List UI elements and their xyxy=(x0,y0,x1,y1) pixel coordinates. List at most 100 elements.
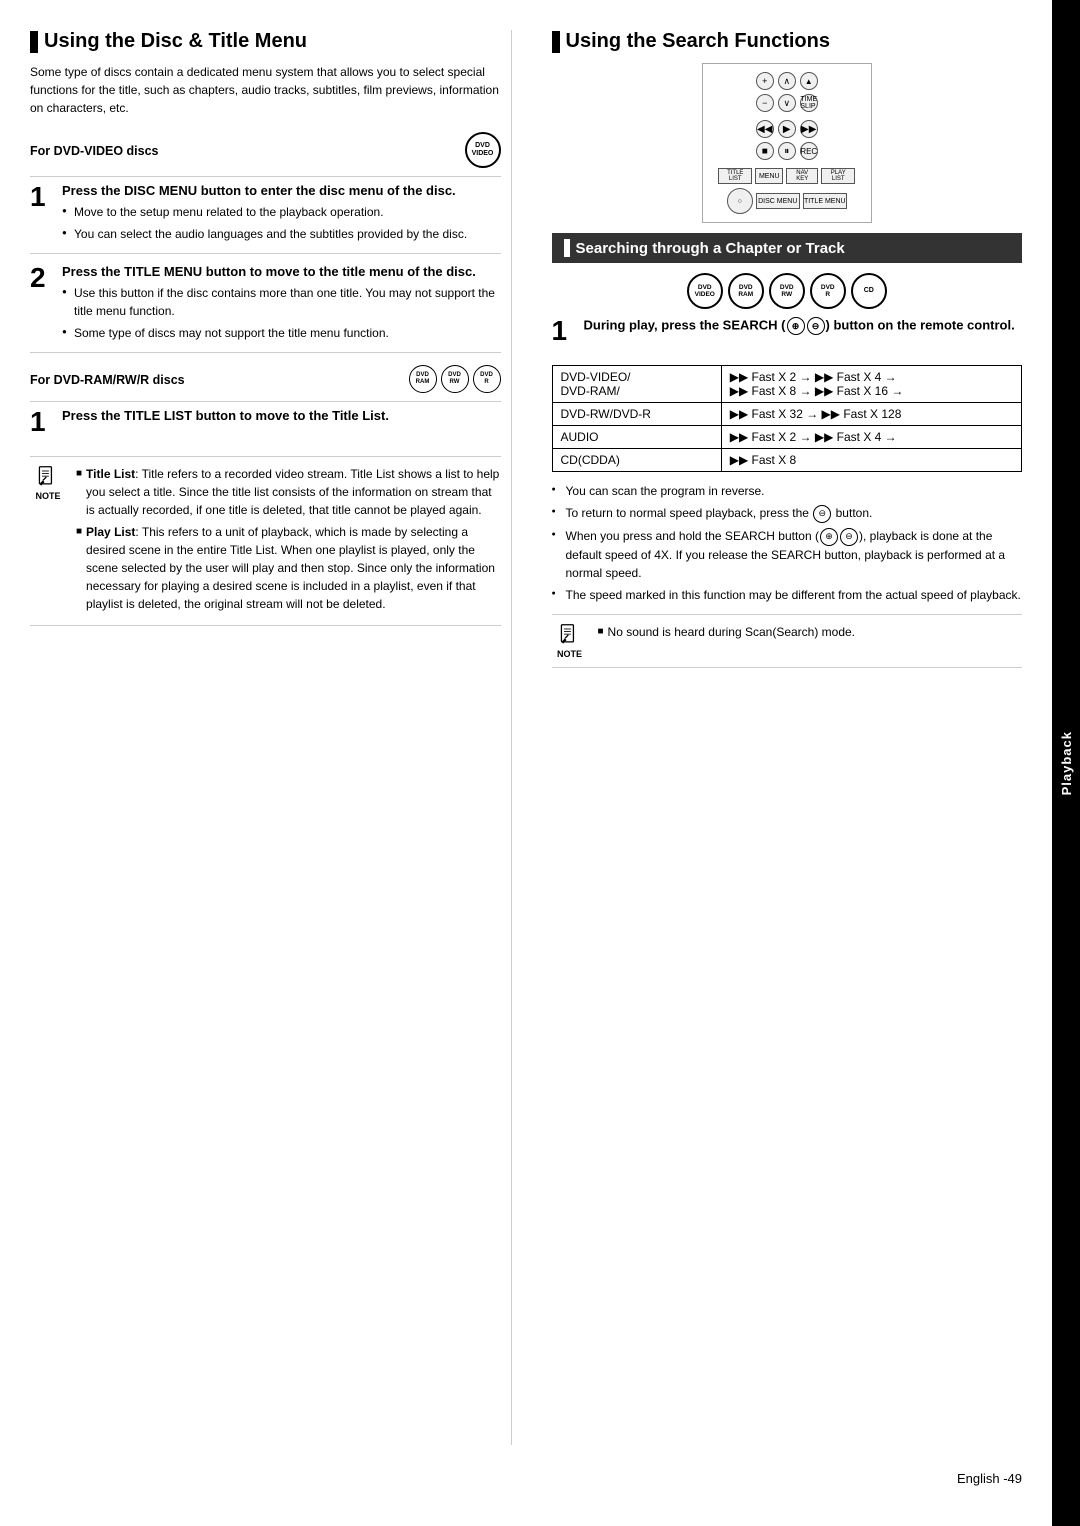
left-step-3: 1 Press the TITLE LIST button to move to… xyxy=(30,408,501,446)
search-dvd-icons: DVDVIDEO DVDRAM DVDRW DVDR CD xyxy=(552,273,1023,309)
note-bullet-scan: ■ No sound is heard during Scan(Search) … xyxy=(598,623,1023,641)
dvd-ram-icon: DVDRAM xyxy=(409,365,437,393)
pencil-icon xyxy=(34,465,62,489)
remote-btn-down: ∨ xyxy=(778,94,796,112)
left-section-title: Using the Disc & Title Menu xyxy=(30,30,501,53)
step2-content: Press the TITLE MENU button to move to t… xyxy=(62,264,501,342)
search-speed-table: DVD-VIDEO/DVD-RAM/ ▶▶ Fast X 2 → ▶▶ Fast… xyxy=(552,365,1023,472)
note-icon-right: NOTE xyxy=(552,623,588,659)
remote-btn-time-slip: TIMESLIP xyxy=(800,94,818,112)
remote-btn-minus: − xyxy=(756,94,774,112)
left-step-2: 2 Press the TITLE MENU button to move to… xyxy=(30,264,501,353)
dvd-video-label: For DVD-VIDEO discs xyxy=(30,144,159,158)
remote-btn-up: ∧ xyxy=(778,72,796,90)
remote-btn-play: ▶ xyxy=(778,120,796,138)
dvd-video-icon: DVDVIDEO xyxy=(465,132,501,168)
right-bullet-1: You can scan the program in reverse. xyxy=(552,482,1023,500)
note-bullet-titlelist: ■ Title List: Title refers to a recorded… xyxy=(76,465,501,519)
right-step1-number: 1 xyxy=(552,317,576,345)
sidebar-label: Playback xyxy=(1059,731,1074,795)
note-icon-left: NOTE xyxy=(30,465,66,501)
table-cell-dvd-video-speed: ▶▶ Fast X 2 → ▶▶ Fast X 4 →▶▶ Fast X 8 →… xyxy=(721,366,1021,403)
note-content-right: ■ No sound is heard during Scan(Search) … xyxy=(598,623,1023,659)
note-label-left: NOTE xyxy=(35,491,60,501)
table-row-dvd-video: DVD-VIDEO/DVD-RAM/ ▶▶ Fast X 2 → ▶▶ Fast… xyxy=(552,366,1022,403)
step3-title: Press the TITLE LIST button to move to t… xyxy=(62,408,501,423)
page-footer: English -49 xyxy=(30,1465,1022,1486)
table-row-dvd-rw: DVD-RW/DVD-R ▶▶ Fast X 32 → ▶▶ Fast X 12… xyxy=(552,403,1022,426)
footer-page-number: English -49 xyxy=(957,1471,1022,1486)
table-cell-audio-label: AUDIO xyxy=(552,426,721,449)
table-row-audio: AUDIO ▶▶ Fast X 2 → ▶▶ Fast X 4 → xyxy=(552,426,1022,449)
search-hold-rew-icon: ⊖ xyxy=(840,528,858,546)
step1-bullet-2: You can select the audio languages and t… xyxy=(62,225,501,243)
right-bullet-2: To return to normal speed playback, pres… xyxy=(552,504,1023,523)
step2-bullet-1: Use this button if the disc contains mor… xyxy=(62,284,501,320)
search-cd-icon: CD xyxy=(851,273,887,309)
dvd-video-icons: DVDVIDEO xyxy=(465,132,501,168)
sidebar-tab: Playback xyxy=(1052,0,1080,1526)
remote-btn-disc-menu-circle: ○ xyxy=(727,188,753,214)
remote-btn-rew: ◀◀ xyxy=(756,120,774,138)
remote-control-image: + ∧ ▲ − ∨ TIMESLIP ◀◀ ▶ xyxy=(552,63,1023,223)
remote-btn-title-list: TITLELIST xyxy=(718,168,752,184)
search-banner-text: Searching through a Chapter or Track xyxy=(576,240,845,257)
table-cell-dvd-rw-speed: ▶▶ Fast X 32 → ▶▶ Fast X 128 xyxy=(721,403,1021,426)
right-step1-content: During play, press the SEARCH (⊕⊖) butto… xyxy=(584,317,1023,345)
right-bullet-list: You can scan the program in reverse. To … xyxy=(552,482,1023,604)
search-fwd-icon: ⊕ xyxy=(787,317,805,335)
step3-content: Press the TITLE LIST button to move to t… xyxy=(62,408,501,436)
step1-number: 1 xyxy=(30,183,54,243)
right-title-text: Using the Search Functions xyxy=(566,30,830,53)
search-rew-icon: ⊖ xyxy=(807,317,825,335)
right-bullet-4: The speed marked in this function may be… xyxy=(552,586,1023,604)
step2-number: 2 xyxy=(30,264,54,342)
step1-title: Press the DISC MENU button to enter the … xyxy=(62,183,501,198)
remote-btn-fwd: ▶▶ xyxy=(800,120,818,138)
remote-btn-plus: + xyxy=(756,72,774,90)
table-cell-dvd-rw-label: DVD-RW/DVD-R xyxy=(552,403,721,426)
step3-number: 1 xyxy=(30,408,54,436)
left-title-text: Using the Disc & Title Menu xyxy=(44,30,307,53)
dvd-ram-label: For DVD-RAM/RW/R discs xyxy=(30,373,185,387)
remote-btn-skip-fwd: ▲ xyxy=(800,72,818,90)
right-step1-title: During play, press the SEARCH (⊕⊖) butto… xyxy=(584,317,1023,335)
step2-title: Press the TITLE MENU button to move to t… xyxy=(62,264,501,279)
right-section-title: Using the Search Functions xyxy=(552,30,1023,53)
search-dvd-rw-icon: DVDRW xyxy=(769,273,805,309)
left-note: NOTE ■ Title List: Title refers to a rec… xyxy=(30,456,501,626)
step1-content: Press the DISC MENU button to enter the … xyxy=(62,183,501,243)
table-cell-cdda-speed: ▶▶ Fast X 8 xyxy=(721,449,1021,472)
pencil-icon-right xyxy=(556,623,584,647)
remote-btn-stop: ■ xyxy=(756,142,774,160)
dvd-ram-section-header: For DVD-RAM/RW/R discs DVDRAM DVDRW DVDR xyxy=(30,365,501,402)
right-step-1: 1 During play, press the SEARCH (⊕⊖) but… xyxy=(552,317,1023,355)
dvd-ram-icons: DVDRAM DVDRW DVDR xyxy=(409,365,501,393)
table-cell-cdda-label: CD(CDDA) xyxy=(552,449,721,472)
search-dvd-video-icon: DVDVIDEO xyxy=(687,273,723,309)
step1-bullet-1: Move to the setup menu related to the pl… xyxy=(62,203,501,221)
dvd-video-section-header: For DVD-VIDEO discs DVDVIDEO xyxy=(30,132,501,177)
search-hold-fwd-icon: ⊕ xyxy=(820,528,838,546)
search-table-body: DVD-VIDEO/DVD-RAM/ ▶▶ Fast X 2 → ▶▶ Fast… xyxy=(552,366,1022,472)
right-note: NOTE ■ No sound is heard during Scan(Sea… xyxy=(552,614,1023,668)
note-label-right: NOTE xyxy=(557,649,582,659)
remote-btn-title-menu-text: TITLE MENU xyxy=(803,193,847,209)
remote-btn-pause: ⏸ xyxy=(778,142,796,160)
remote-btn-menu: MENU xyxy=(755,168,783,184)
note-scan-text: No sound is heard during Scan(Search) mo… xyxy=(608,623,855,641)
table-cell-audio-speed: ▶▶ Fast X 2 → ▶▶ Fast X 4 → xyxy=(721,426,1021,449)
note-content-left: ■ Title List: Title refers to a recorded… xyxy=(76,465,501,617)
search-dvd-r-icon: DVDR xyxy=(810,273,846,309)
note-bullet-playlist: ■ Play List: This refers to a unit of pl… xyxy=(76,523,501,613)
normal-play-icon: ⊖ xyxy=(813,505,831,523)
remote-btn-play-list: PLAYLIST xyxy=(821,168,855,184)
remote-btn-rec: REC xyxy=(800,142,818,160)
table-row-cdda: CD(CDDA) ▶▶ Fast X 8 xyxy=(552,449,1022,472)
dvd-rw-icon: DVDRW xyxy=(441,365,469,393)
table-cell-dvd-video-label: DVD-VIDEO/DVD-RAM/ xyxy=(552,366,721,403)
step2-bullet-2: Some type of discs may not support the t… xyxy=(62,324,501,342)
search-banner: Searching through a Chapter or Track xyxy=(552,233,1023,263)
dvd-r-icon: DVDR xyxy=(473,365,501,393)
search-dvd-ram-icon: DVDRAM xyxy=(728,273,764,309)
